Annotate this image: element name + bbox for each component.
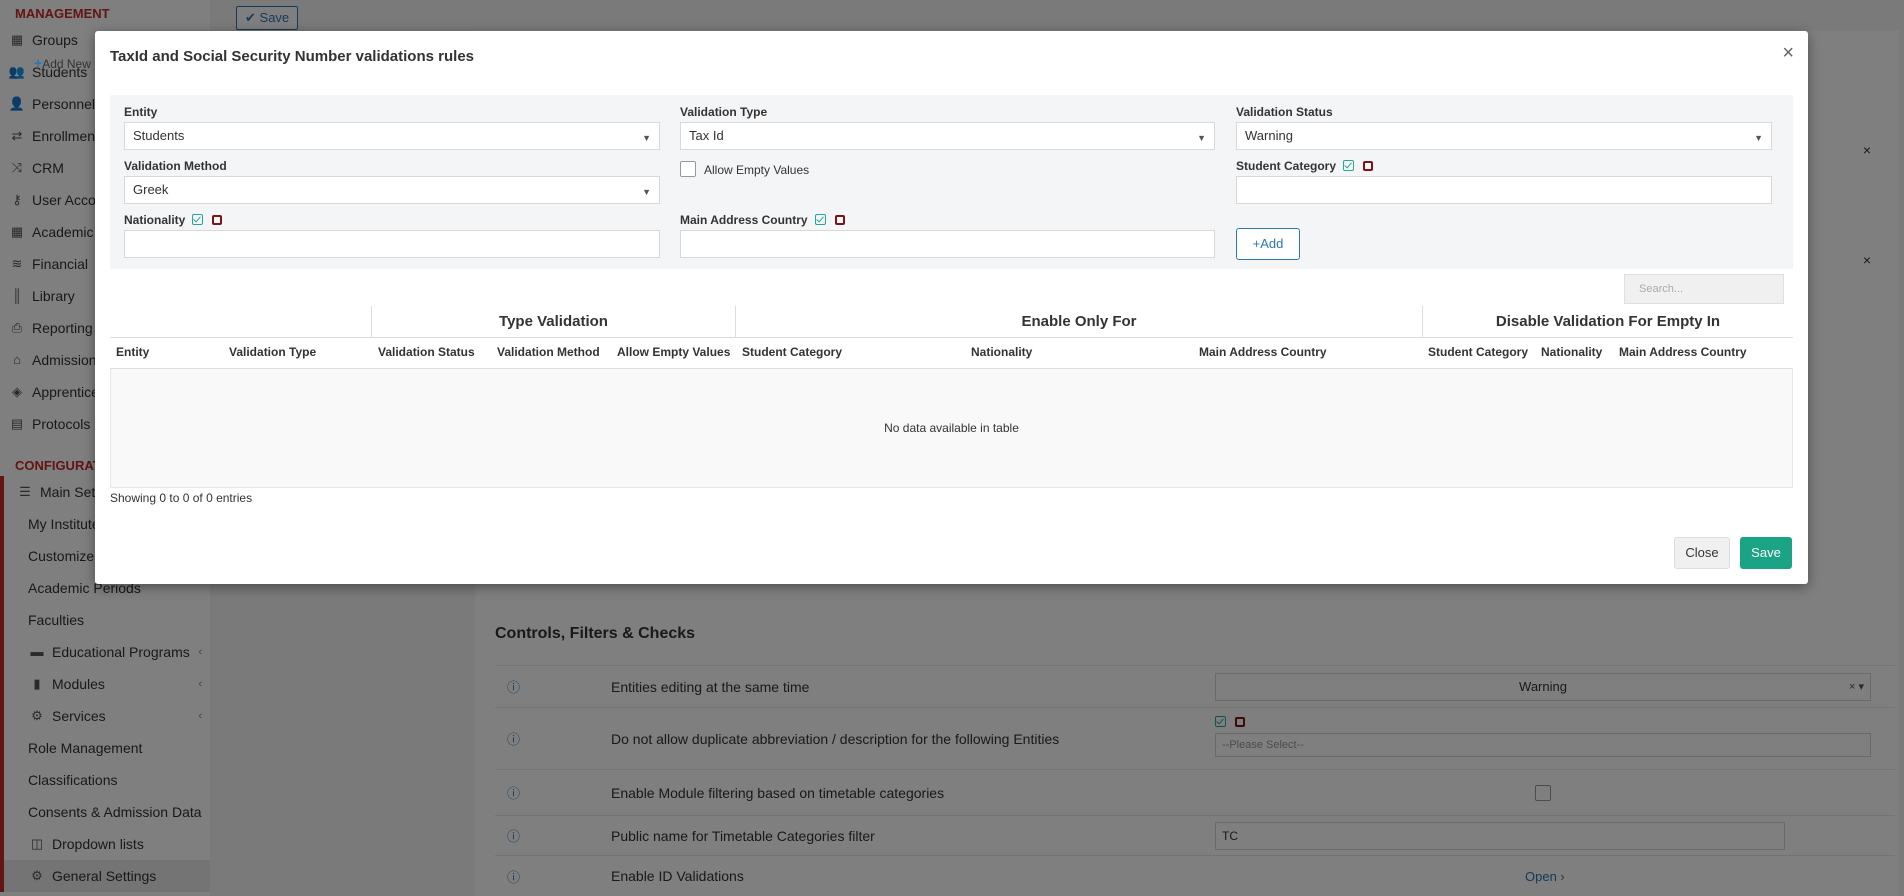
column-header-validation-method[interactable]: Validation Method <box>497 345 600 359</box>
save-button[interactable]: Save <box>1740 537 1792 569</box>
validation-status-label: Validation Status <box>1236 105 1333 119</box>
group-header-enable-only-for: Enable Only For <box>735 306 1422 338</box>
nationality-multiselect[interactable] <box>124 230 660 258</box>
add-new-link[interactable]: +Add New <box>34 55 91 71</box>
column-header-validation-type[interactable]: Validation Type <box>229 345 316 359</box>
empty-table-message: No data available in table <box>884 421 1019 435</box>
validation-status-select[interactable]: Warning ▼ <box>1236 122 1772 150</box>
caret-down-icon: ▼ <box>1754 133 1763 143</box>
column-header-disable-student-category[interactable]: Student Category <box>1428 345 1528 359</box>
student-category-multiselect[interactable] <box>1236 176 1772 204</box>
validation-type-label: Validation Type <box>680 105 768 119</box>
table-search-input[interactable]: Search... <box>1624 274 1784 304</box>
select-all-icon[interactable] <box>1343 160 1355 171</box>
column-header-validation-status[interactable]: Validation Status <box>378 345 475 359</box>
allow-empty-label: Allow Empty Values <box>704 163 810 177</box>
column-header-nationality[interactable]: Nationality <box>971 345 1032 359</box>
column-header-allow-empty[interactable]: Allow Empty Values <box>617 345 730 359</box>
add-rule-button[interactable]: +Add <box>1236 228 1300 260</box>
column-header-disable-nationality[interactable]: Nationality <box>1541 345 1602 359</box>
close-button[interactable]: Close <box>1674 537 1730 569</box>
select-all-icon[interactable] <box>814 214 826 225</box>
table-info: Showing 0 to 0 of 0 entries <box>110 491 253 505</box>
group-header-disable-validation: Disable Validation For Empty In <box>1422 306 1793 338</box>
modal-title: TaxId and Social Security Number validat… <box>110 48 474 65</box>
student-category-label: Student Category <box>1236 159 1374 173</box>
select-all-icon[interactable] <box>192 214 204 225</box>
entity-select[interactable]: Students ▼ <box>124 122 660 150</box>
close-icon[interactable]: × <box>1782 43 1794 63</box>
deselect-all-icon[interactable] <box>1363 161 1374 171</box>
allow-empty-checkbox[interactable] <box>680 161 696 177</box>
validation-method-select[interactable]: Greek ▼ <box>124 176 660 204</box>
column-header-entity[interactable]: Entity <box>116 345 149 359</box>
caret-down-icon: ▼ <box>1197 133 1206 143</box>
column-header-disable-main-address-country[interactable]: Main Address Country <box>1619 345 1747 359</box>
validation-type-select[interactable]: Tax Id ▼ <box>680 122 1215 150</box>
main-address-country-multiselect[interactable] <box>680 230 1215 258</box>
plus-icon: + <box>34 55 43 71</box>
caret-down-icon: ▼ <box>642 133 651 143</box>
validation-method-label: Validation Method <box>124 159 227 173</box>
deselect-all-icon[interactable] <box>834 215 845 225</box>
column-header-main-address-country[interactable]: Main Address Country <box>1199 345 1327 359</box>
caret-down-icon: ▼ <box>642 187 651 197</box>
main-address-country-label: Main Address Country <box>680 213 845 227</box>
group-header-type-validation: Type Validation <box>371 306 735 338</box>
deselect-all-icon[interactable] <box>212 215 223 225</box>
table-group-header-blank <box>110 306 371 338</box>
nationality-label: Nationality <box>124 213 223 227</box>
rules-table-body: No data available in table <box>110 368 1793 488</box>
column-header-student-category[interactable]: Student Category <box>742 345 842 359</box>
entity-label: Entity <box>124 105 158 119</box>
